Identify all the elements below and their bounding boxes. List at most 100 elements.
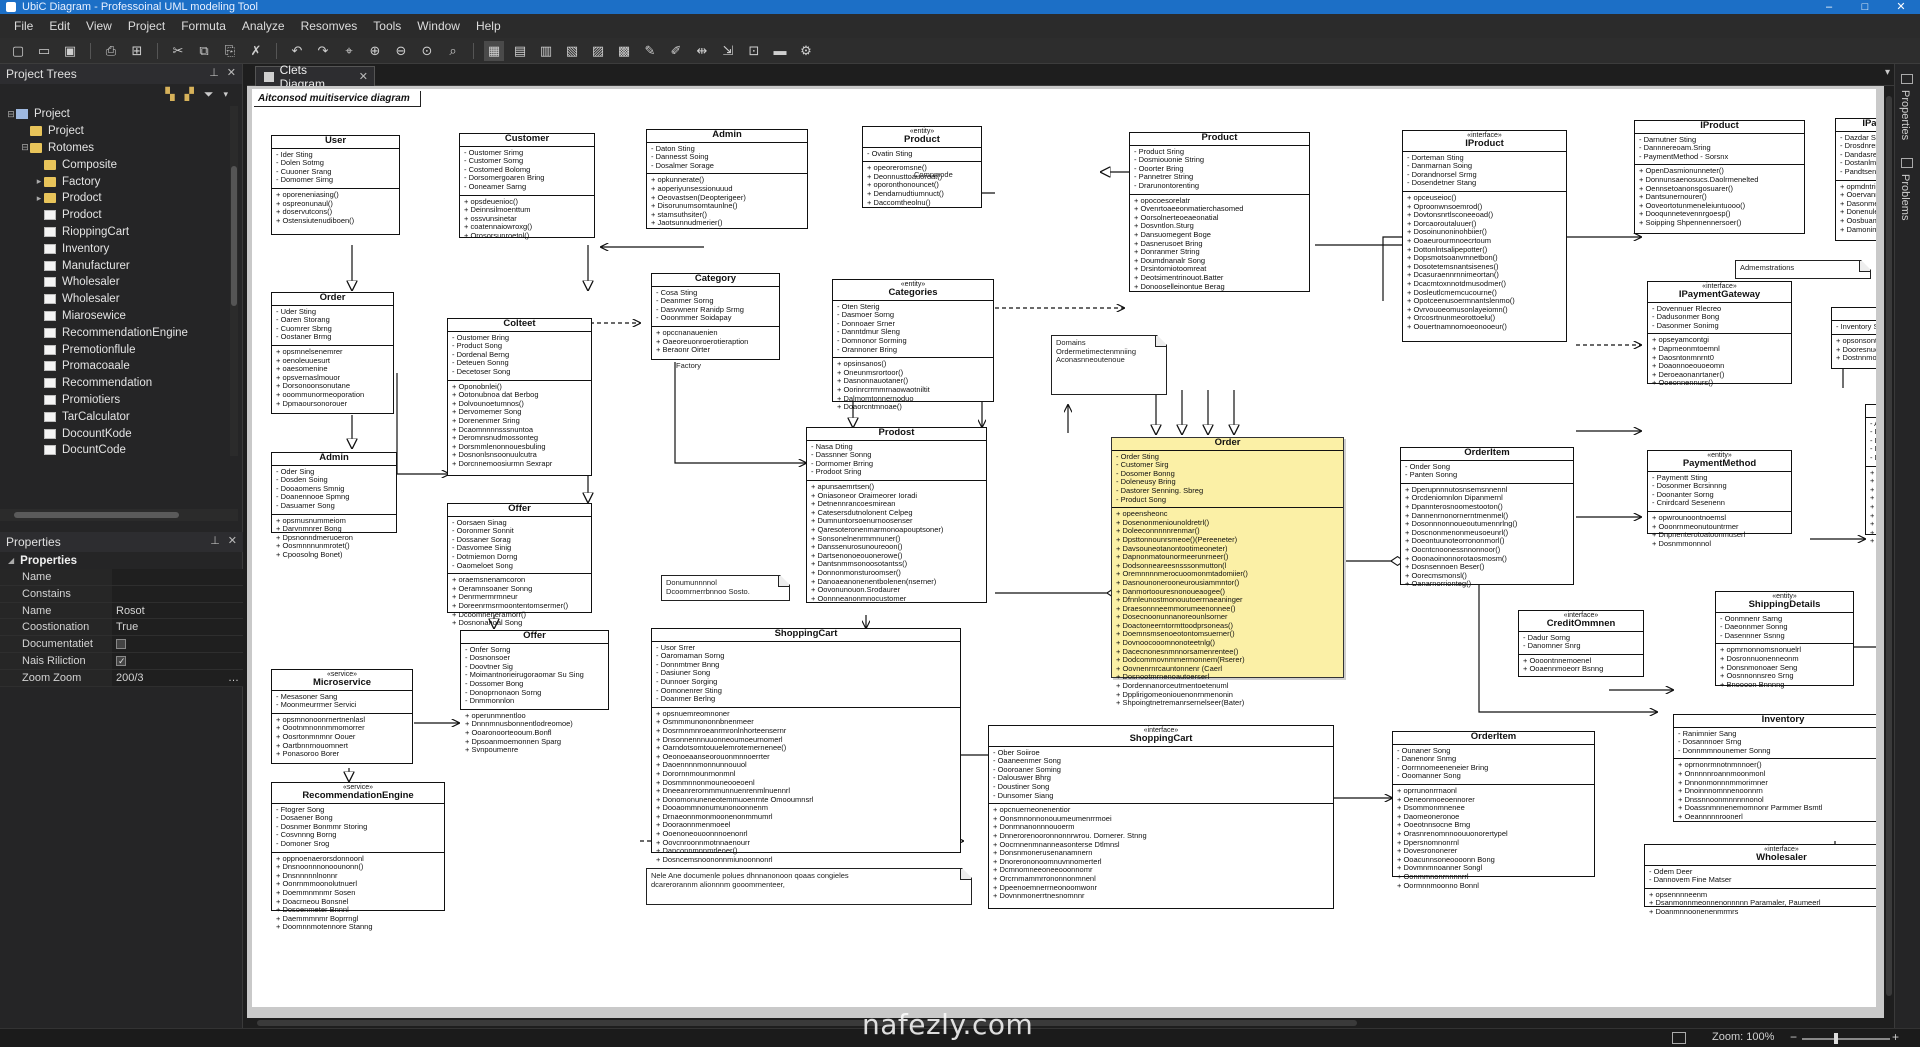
property-value[interactable]	[112, 569, 243, 585]
tree-item[interactable]: ▸ Prodoct	[0, 190, 232, 207]
paste-icon[interactable]: ⎘	[220, 41, 240, 61]
property-row[interactable]: Zoom Zoom 200/3…	[0, 669, 243, 687]
class-order_main[interactable]: Order - Order Sting - Customer Sirg - Dosom…	[1111, 437, 1344, 707]
class-shoppingcart2[interactable]: «interface» ShoppingCart - Ober Soiiroe - O…	[988, 725, 1334, 909]
tree-item[interactable]: Miarosewice	[0, 308, 232, 325]
class-shoppingcart1[interactable]: ShoppingCart - Usor Srrer - Oaromaman Sorn…	[651, 628, 961, 863]
close-icon[interactable]: ✕	[1892, 0, 1910, 14]
property-checkbox[interactable]	[116, 639, 126, 650]
grid-icon[interactable]: ⊡	[744, 41, 764, 61]
property-row[interactable]: Constains	[0, 585, 243, 603]
tree-item[interactable]: ⊟ Project	[0, 106, 232, 123]
redo-icon[interactable]: ↷	[313, 41, 333, 61]
property-row[interactable]: Documentatiet	[0, 636, 243, 653]
tree-horizontal-scrollbar[interactable]	[0, 509, 238, 521]
interface-tool-icon[interactable]: ▤	[510, 41, 530, 61]
dock-tab-properties[interactable]: Properties	[1899, 90, 1911, 140]
class-prodost[interactable]: Prodost - Nasa Dting - Dassnner Sonng - Dor…	[806, 427, 987, 603]
delete-icon[interactable]: ✗	[246, 41, 266, 61]
property-value[interactable]	[112, 585, 243, 602]
tree-item[interactable]: Project	[0, 123, 232, 140]
note-note5[interactable]: Donumunnnnol Dcoomrnerrbnnoo Sosto.	[661, 575, 790, 601]
print-icon[interactable]: ⎙	[101, 41, 121, 61]
open-folder-icon[interactable]: ▭	[34, 41, 54, 61]
menu-view[interactable]: View	[78, 19, 120, 33]
menu-formuta[interactable]: Formuta	[173, 19, 234, 33]
note-note1[interactable]: Domains Ordermetimectenmniing Aconasnneout…	[1051, 335, 1167, 395]
select-icon[interactable]: ⌖	[339, 41, 359, 61]
save-icon[interactable]: ▣	[60, 41, 80, 61]
tree-item[interactable]: Recommendation	[0, 375, 232, 392]
expand-toggle-icon[interactable]: ▸	[34, 176, 44, 187]
class-recengine[interactable]: «service» RecommendationEngine - Ftogrer S…	[271, 782, 445, 931]
dock-tab-problems[interactable]: Problems	[1899, 174, 1911, 220]
class-creditdomain[interactable]: «interface» CreditOmmnen - Dadur Sorng - Da…	[1518, 610, 1644, 677]
tree-item[interactable]: Wholesaler	[0, 274, 232, 291]
panel-close-icon[interactable]: ✕	[228, 534, 237, 547]
property-value[interactable]: Rosot	[112, 602, 243, 619]
new-file-icon[interactable]: ▢	[8, 41, 28, 61]
menu-edit[interactable]: Edit	[41, 19, 78, 33]
menu-resomves[interactable]: Resomves	[293, 19, 366, 33]
tree-item[interactable]: TarCalculator	[0, 408, 232, 425]
class-user[interactable]: User - Ider Sting - Dolen Sotmg - Cuuoner S…	[271, 135, 400, 235]
diagram-canvas[interactable]: Aitconsod muitiservice diagram User - Ide…	[252, 89, 1876, 1007]
maximize-icon[interactable]: □	[1856, 0, 1874, 14]
class-product2[interactable]: Product - Product Sring - Dosmiouonie Stri…	[1129, 132, 1310, 292]
tree-item[interactable]: RecommendationEngine	[0, 324, 232, 341]
canvas-vscroll-thumb[interactable]	[1886, 96, 1892, 996]
property-row[interactable]: Name	[0, 569, 243, 586]
property-row[interactable]: Nais Riliction	[0, 652, 243, 670]
package-tool-icon[interactable]: ▥	[536, 41, 556, 61]
zoom-out-button[interactable]: −	[1790, 1030, 1797, 1044]
dropdown-icon[interactable]: ▾	[223, 89, 228, 100]
class-category[interactable]: Category - Cosa Sting - Deanmer Sorng - Das…	[651, 273, 780, 360]
class-orderitem2[interactable]: OrderItem - Ounaner Song - Danenonr Snmg - …	[1392, 731, 1595, 889]
expand-toggle-icon[interactable]: ⊟	[20, 142, 30, 153]
zoom-in-button[interactable]: +	[1892, 1030, 1899, 1044]
class-orderitem1[interactable]: OrderItem - Onder Song - Panten Sonng + Dpe…	[1400, 447, 1574, 588]
property-value[interactable]: 200/3…	[112, 669, 243, 687]
tab-class-diagram[interactable]: Clets Diagram ✕	[255, 63, 375, 91]
copy-icon[interactable]: ⧉	[194, 41, 214, 61]
class-microservice2[interactable]: «service» Microservice - Mesasoner Sang - M…	[271, 669, 413, 764]
pin-icon[interactable]: ⊥	[210, 534, 220, 547]
class-paymentmethod2[interactable]: «entity» PaymentMethod - Paymentt Sting - D…	[1647, 450, 1792, 547]
expand-toggle-icon[interactable]: ▸	[34, 193, 44, 204]
connector-line[interactable]	[674, 362, 806, 463]
class-iproduct[interactable]: «interface» IProduct - Dorteman Sting - Dan…	[1402, 130, 1567, 342]
menu-tools[interactable]: Tools	[365, 19, 409, 33]
zoom-out-icon[interactable]: ⊖	[391, 41, 411, 61]
cut-icon[interactable]: ✂	[168, 41, 188, 61]
tree-item[interactable]: Promacoaale	[0, 358, 232, 375]
class-shippingdetails[interactable]: «entity» ShippingDetails - Oonmnenr Sarng -…	[1715, 591, 1854, 688]
zoom-actual-icon[interactable]: ⌕	[443, 41, 463, 61]
export-icon[interactable]: ▬	[770, 41, 790, 61]
property-value[interactable]	[112, 636, 243, 652]
property-checkbox[interactable]	[116, 656, 126, 667]
class-ipayment[interactable]: IPaymentGateway - Dazdar Sting- Drosdnrer…	[1835, 118, 1876, 241]
new-folder-icon[interactable]: ▚	[165, 87, 174, 101]
ellipsis-button[interactable]: …	[228, 670, 239, 687]
class-offer1[interactable]: Offer - Oorsaen Sinag - Ooronmer Sonnit - D…	[447, 503, 592, 627]
tree-item[interactable]: ▸ Factory	[0, 173, 232, 190]
class-inventory3[interactable]: Inventory - Ranimnier Sang - Dosannnoer Sr…	[1673, 714, 1876, 822]
tree-scroll-thumb[interactable]	[231, 166, 237, 306]
dock-properties-icon[interactable]	[1901, 74, 1913, 84]
menu-window[interactable]: Window	[409, 19, 468, 33]
class-order1[interactable]: Order - Uder Sting - Oaren Storang - Cuomre…	[271, 292, 394, 414]
class-admin[interactable]: Admin - Daton Sting - Dannesst Soing - Dosa…	[646, 129, 808, 229]
property-value[interactable]: True	[112, 619, 243, 636]
tree-item[interactable]: DocuntCode	[0, 442, 232, 458]
filter-icon[interactable]: ⏷	[204, 87, 214, 102]
property-row[interactable]: Coostionation True	[0, 619, 243, 637]
tree-item[interactable]: Composite	[0, 156, 232, 173]
dependency-tool-icon[interactable]: ▩	[614, 41, 634, 61]
settings-icon[interactable]: ⚙	[796, 41, 816, 61]
class-inventory1[interactable]: Inventory- Inventory Soraga + opsonsonton…	[1831, 307, 1876, 369]
zoom-fit-icon[interactable]: ⊙	[417, 41, 437, 61]
class-customer[interactable]: Customer - Oustomer Srimg - Customer Sorng…	[459, 133, 595, 240]
class-offer2[interactable]: Offer - Onfer Sorng - Dosnonsoer - Doovtner…	[460, 630, 609, 754]
class-categories[interactable]: «entity» Categories - Oten Sterig - Dasmoer…	[832, 279, 994, 411]
minimize-icon[interactable]: –	[1820, 0, 1838, 14]
